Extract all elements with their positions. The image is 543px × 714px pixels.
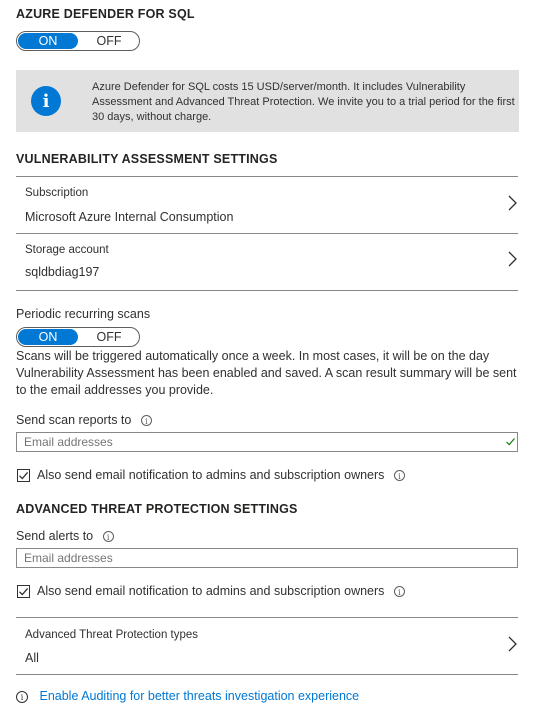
- info-icon[interactable]: i: [140, 415, 152, 427]
- send-reports-email-input[interactable]: [16, 432, 518, 452]
- atp-notify-admins-label: Also send email notification to admins a…: [37, 584, 385, 598]
- enable-auditing-link[interactable]: Enable Auditing for better threats inves…: [39, 689, 359, 703]
- atp-types-value: All: [25, 651, 39, 665]
- storage-account-value: sqldbdiag197: [25, 265, 100, 279]
- storage-account-label: Storage account: [25, 244, 109, 256]
- send-reports-label: Send scan reports to: [16, 413, 132, 427]
- subscription-row[interactable]: Subscription Microsoft Azure Internal Co…: [16, 177, 518, 233]
- info-icon: i: [16, 690, 28, 703]
- auditing-link-row: i Enable Auditing for better threats inv…: [16, 688, 359, 705]
- send-alerts-label-row: Send alerts to i: [16, 528, 114, 545]
- defender-title: AZURE DEFENDER FOR SQL: [16, 7, 195, 21]
- atp-types-label: Advanced Threat Protection types: [25, 629, 199, 641]
- defender-toggle-on[interactable]: ON: [18, 33, 78, 49]
- divider: [16, 290, 518, 291]
- periodic-scans-label: Periodic recurring scans: [16, 307, 151, 321]
- chevron-right-icon: [508, 195, 517, 211]
- atp-notify-admins-checkbox[interactable]: [17, 585, 30, 598]
- subscription-value: Microsoft Azure Internal Consumption: [25, 210, 234, 224]
- defender-toggle-off[interactable]: OFF: [79, 32, 139, 50]
- pricing-info-banner: i Azure Defender for SQL costs 15 USD/se…: [16, 70, 519, 132]
- atp-notify-admins-row: Also send email notification to admins a…: [37, 583, 405, 600]
- pricing-info-text: Azure Defender for SQL costs 15 USD/serv…: [92, 81, 515, 123]
- check-icon: [19, 471, 29, 480]
- periodic-scans-toggle[interactable]: ON OFF: [16, 327, 140, 347]
- send-alerts-label: Send alerts to: [16, 529, 94, 543]
- checkmark-valid-icon: [506, 438, 515, 446]
- defender-toggle[interactable]: ON OFF: [16, 31, 140, 51]
- atp-settings-title: ADVANCED THREAT PROTECTION SETTINGS: [16, 502, 298, 516]
- send-reports-label-row: Send scan reports to i: [16, 412, 152, 429]
- chevron-right-icon: [508, 251, 517, 267]
- storage-account-row[interactable]: Storage account sqldbdiag197: [16, 234, 518, 290]
- subscription-label: Subscription: [25, 187, 89, 199]
- info-icon[interactable]: i: [393, 470, 405, 482]
- periodic-scans-toggle-off[interactable]: OFF: [79, 328, 139, 346]
- info-icon: i: [31, 86, 61, 116]
- send-alerts-email-input[interactable]: [16, 548, 518, 568]
- va-notify-admins-checkbox[interactable]: [17, 469, 30, 482]
- divider: [16, 674, 518, 675]
- check-icon: [19, 587, 29, 596]
- periodic-scans-description: Scans will be triggered automatically on…: [16, 349, 517, 397]
- va-settings-title: VULNERABILITY ASSESSMENT SETTINGS: [16, 152, 278, 166]
- va-notify-admins-row: Also send email notification to admins a…: [37, 467, 405, 484]
- periodic-scans-toggle-on[interactable]: ON: [18, 329, 78, 345]
- info-icon[interactable]: i: [393, 586, 405, 598]
- atp-types-row[interactable]: Advanced Threat Protection types All: [16, 618, 518, 674]
- va-notify-admins-label: Also send email notification to admins a…: [37, 468, 385, 482]
- chevron-right-icon: [508, 636, 517, 652]
- info-icon[interactable]: i: [102, 531, 114, 543]
